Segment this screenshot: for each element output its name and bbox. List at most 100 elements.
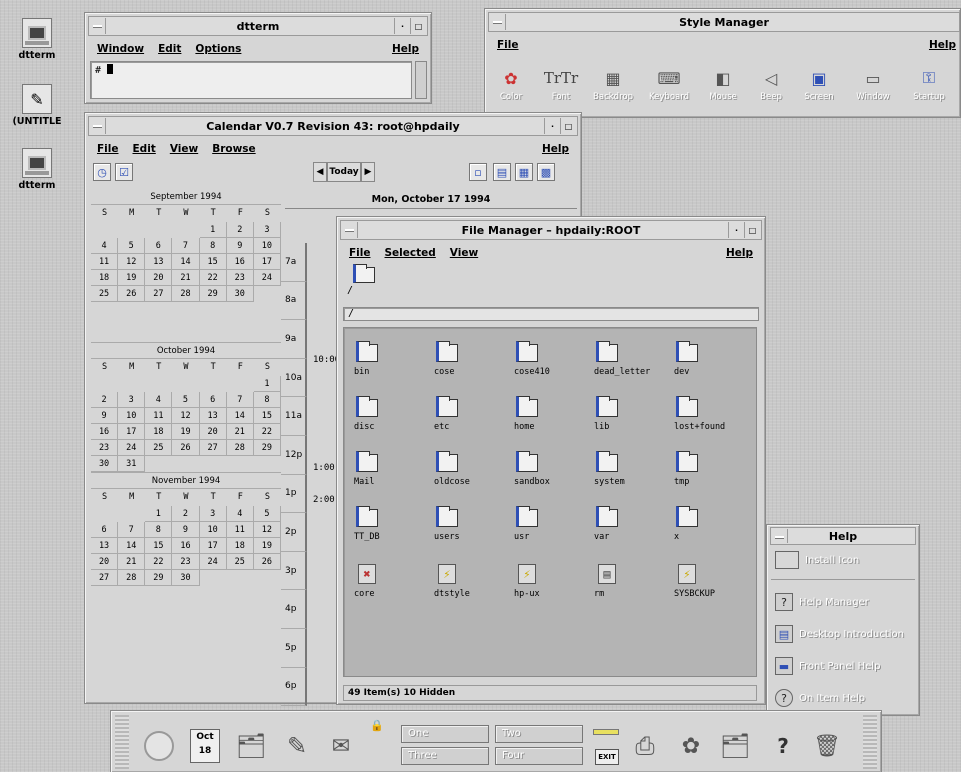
day-cell[interactable]: 8: [145, 522, 173, 538]
day-cell[interactable]: 18: [91, 270, 119, 286]
day-cell[interactable]: 19: [118, 270, 146, 286]
menu-browse[interactable]: Browse: [212, 143, 255, 155]
day-cell[interactable]: 26: [172, 440, 200, 456]
day-cell[interactable]: 24: [118, 440, 146, 456]
hour-slot[interactable]: 9a: [281, 320, 307, 359]
day-cell[interactable]: 14: [172, 254, 200, 270]
file-item[interactable]: ✖ core: [354, 564, 434, 599]
day-cell[interactable]: 23: [91, 440, 119, 456]
day-cell[interactable]: 29: [199, 286, 227, 302]
month-weeks[interactable]: 1 2 3 4 5 6 7 8 9 10 11 12 13 14 15 16 17 18 19 20 21 22 23 24 2…: [91, 222, 281, 302]
day-cell[interactable]: 1: [253, 376, 281, 392]
exit-button[interactable]: EXIT: [595, 749, 619, 765]
file-item[interactable]: ⚡ hp-ux: [514, 564, 594, 599]
day-cell[interactable]: 17: [199, 538, 227, 554]
menu-help[interactable]: Help: [392, 43, 419, 55]
menu-file[interactable]: File: [349, 247, 371, 259]
day-cell[interactable]: 17: [253, 254, 281, 270]
day-cell[interactable]: 3: [118, 392, 146, 408]
day-cell[interactable]: 2: [172, 506, 200, 522]
day-cell[interactable]: 16: [91, 424, 119, 440]
day-cell[interactable]: 6: [199, 392, 227, 408]
desktop-intro-item[interactable]: ▤ Desktop Introduction: [775, 625, 904, 643]
day-cell[interactable]: 7: [226, 392, 254, 408]
day-cell[interactable]: 19: [172, 424, 200, 440]
menu-edit[interactable]: Edit: [133, 143, 156, 155]
file-item[interactable]: ⚡ dtstyle: [434, 564, 514, 599]
file-item[interactable]: cose: [434, 341, 514, 377]
day-cell[interactable]: 13: [199, 408, 227, 424]
workspace-one-button[interactable]: One: [401, 725, 489, 743]
day-cell[interactable]: 10: [253, 238, 281, 254]
clock-icon[interactable]: [141, 721, 177, 771]
style-startup-button[interactable]: ⚿ Startup: [905, 67, 953, 102]
day-cell[interactable]: 12: [118, 254, 146, 270]
text-editor-icon[interactable]: ✎: [277, 721, 317, 771]
day-cell[interactable]: 23: [226, 270, 254, 286]
menu-view[interactable]: View: [450, 247, 478, 259]
day-cell[interactable]: 26: [253, 554, 281, 570]
file-item[interactable]: disc: [354, 396, 434, 432]
style-color-button[interactable]: ✿ Color: [487, 67, 535, 103]
on-item-help-item[interactable]: ? On Item Help: [775, 689, 865, 707]
day-cell[interactable]: 6: [145, 238, 173, 254]
menu-help[interactable]: Help: [542, 143, 569, 155]
file-item[interactable]: bin: [354, 341, 434, 377]
day-cell[interactable]: 8: [253, 392, 281, 408]
day-cell[interactable]: 24: [199, 554, 227, 570]
day-cell[interactable]: 29: [253, 440, 281, 456]
window-menu-button[interactable]: [90, 118, 106, 134]
day-cell[interactable]: 21: [118, 554, 146, 570]
lock-icon[interactable]: 🔒: [369, 717, 385, 733]
day-cell[interactable]: 7: [118, 522, 146, 538]
year-view-icon[interactable]: ▩: [537, 163, 555, 181]
day-cell[interactable]: 1: [199, 222, 227, 238]
menu-view[interactable]: View: [170, 143, 198, 155]
menu-window[interactable]: Window: [97, 43, 144, 55]
menu-file[interactable]: File: [97, 143, 119, 155]
maximize-button[interactable]: □: [744, 222, 760, 238]
day-cell[interactable]: 24: [253, 270, 281, 286]
day-cell[interactable]: 29: [145, 570, 173, 586]
calendar-titlebar[interactable]: Calendar V0.7 Revision 43: root@hpdaily …: [88, 116, 578, 136]
style-screen-button[interactable]: ▣ Screen: [795, 67, 843, 103]
hour-slot[interactable]: 2p: [281, 513, 307, 552]
day-cell[interactable]: 14: [226, 408, 254, 424]
file-item[interactable]: TT_DB: [354, 506, 434, 542]
day-cell[interactable]: 31: [118, 456, 146, 472]
style-font-button[interactable]: TrTr Font: [537, 67, 585, 102]
day-cell[interactable]: 30: [91, 456, 119, 472]
front-panel-help-item[interactable]: ▬ Front Panel Help: [775, 657, 880, 675]
style-keyboard-button[interactable]: ⌨ Keyboard: [645, 67, 693, 103]
hour-slot[interactable]: 1p: [281, 474, 307, 514]
day-cell[interactable]: 4: [91, 238, 119, 254]
day-cell[interactable]: 6: [91, 522, 119, 538]
window-menu-button[interactable]: [342, 222, 358, 238]
day-cell[interactable]: 12: [253, 522, 281, 538]
hour-slot[interactable]: 7a: [281, 243, 307, 282]
menu-help[interactable]: Help: [929, 39, 956, 51]
style-mouse-button[interactable]: ◧ Mouse: [699, 67, 747, 103]
maximize-button[interactable]: □: [410, 18, 426, 34]
day-cell[interactable]: 18: [145, 424, 173, 440]
day-cell[interactable]: 19: [253, 538, 281, 554]
desktop-icon-dtterm-2[interactable]: dtterm: [4, 148, 70, 191]
file-item[interactable]: oldcose: [434, 451, 514, 487]
path-folder-icon[interactable]: [351, 264, 375, 283]
file-item[interactable]: tmp: [674, 451, 754, 487]
day-cell[interactable]: 21: [226, 424, 254, 440]
desktop-icon-editor[interactable]: ✎ (UNTITLE: [4, 84, 70, 127]
week-view-icon[interactable]: ▤: [493, 163, 511, 181]
terminal-area[interactable]: #: [90, 61, 412, 99]
file-item[interactable]: ▤ rm: [594, 564, 674, 599]
terminal-scrollbar[interactable]: [415, 61, 427, 99]
day-cell[interactable]: 22: [253, 424, 281, 440]
day-cell[interactable]: 25: [226, 554, 254, 570]
dtterm-titlebar[interactable]: dtterm · □: [88, 16, 428, 36]
style-manager-titlebar[interactable]: Style Manager: [488, 12, 960, 32]
day-cell[interactable]: 20: [145, 270, 173, 286]
mail-icon[interactable]: ✉: [321, 721, 361, 771]
day-cell[interactable]: 9: [172, 522, 200, 538]
day-cell[interactable]: 22: [145, 554, 173, 570]
day-cell[interactable]: 17: [118, 424, 146, 440]
